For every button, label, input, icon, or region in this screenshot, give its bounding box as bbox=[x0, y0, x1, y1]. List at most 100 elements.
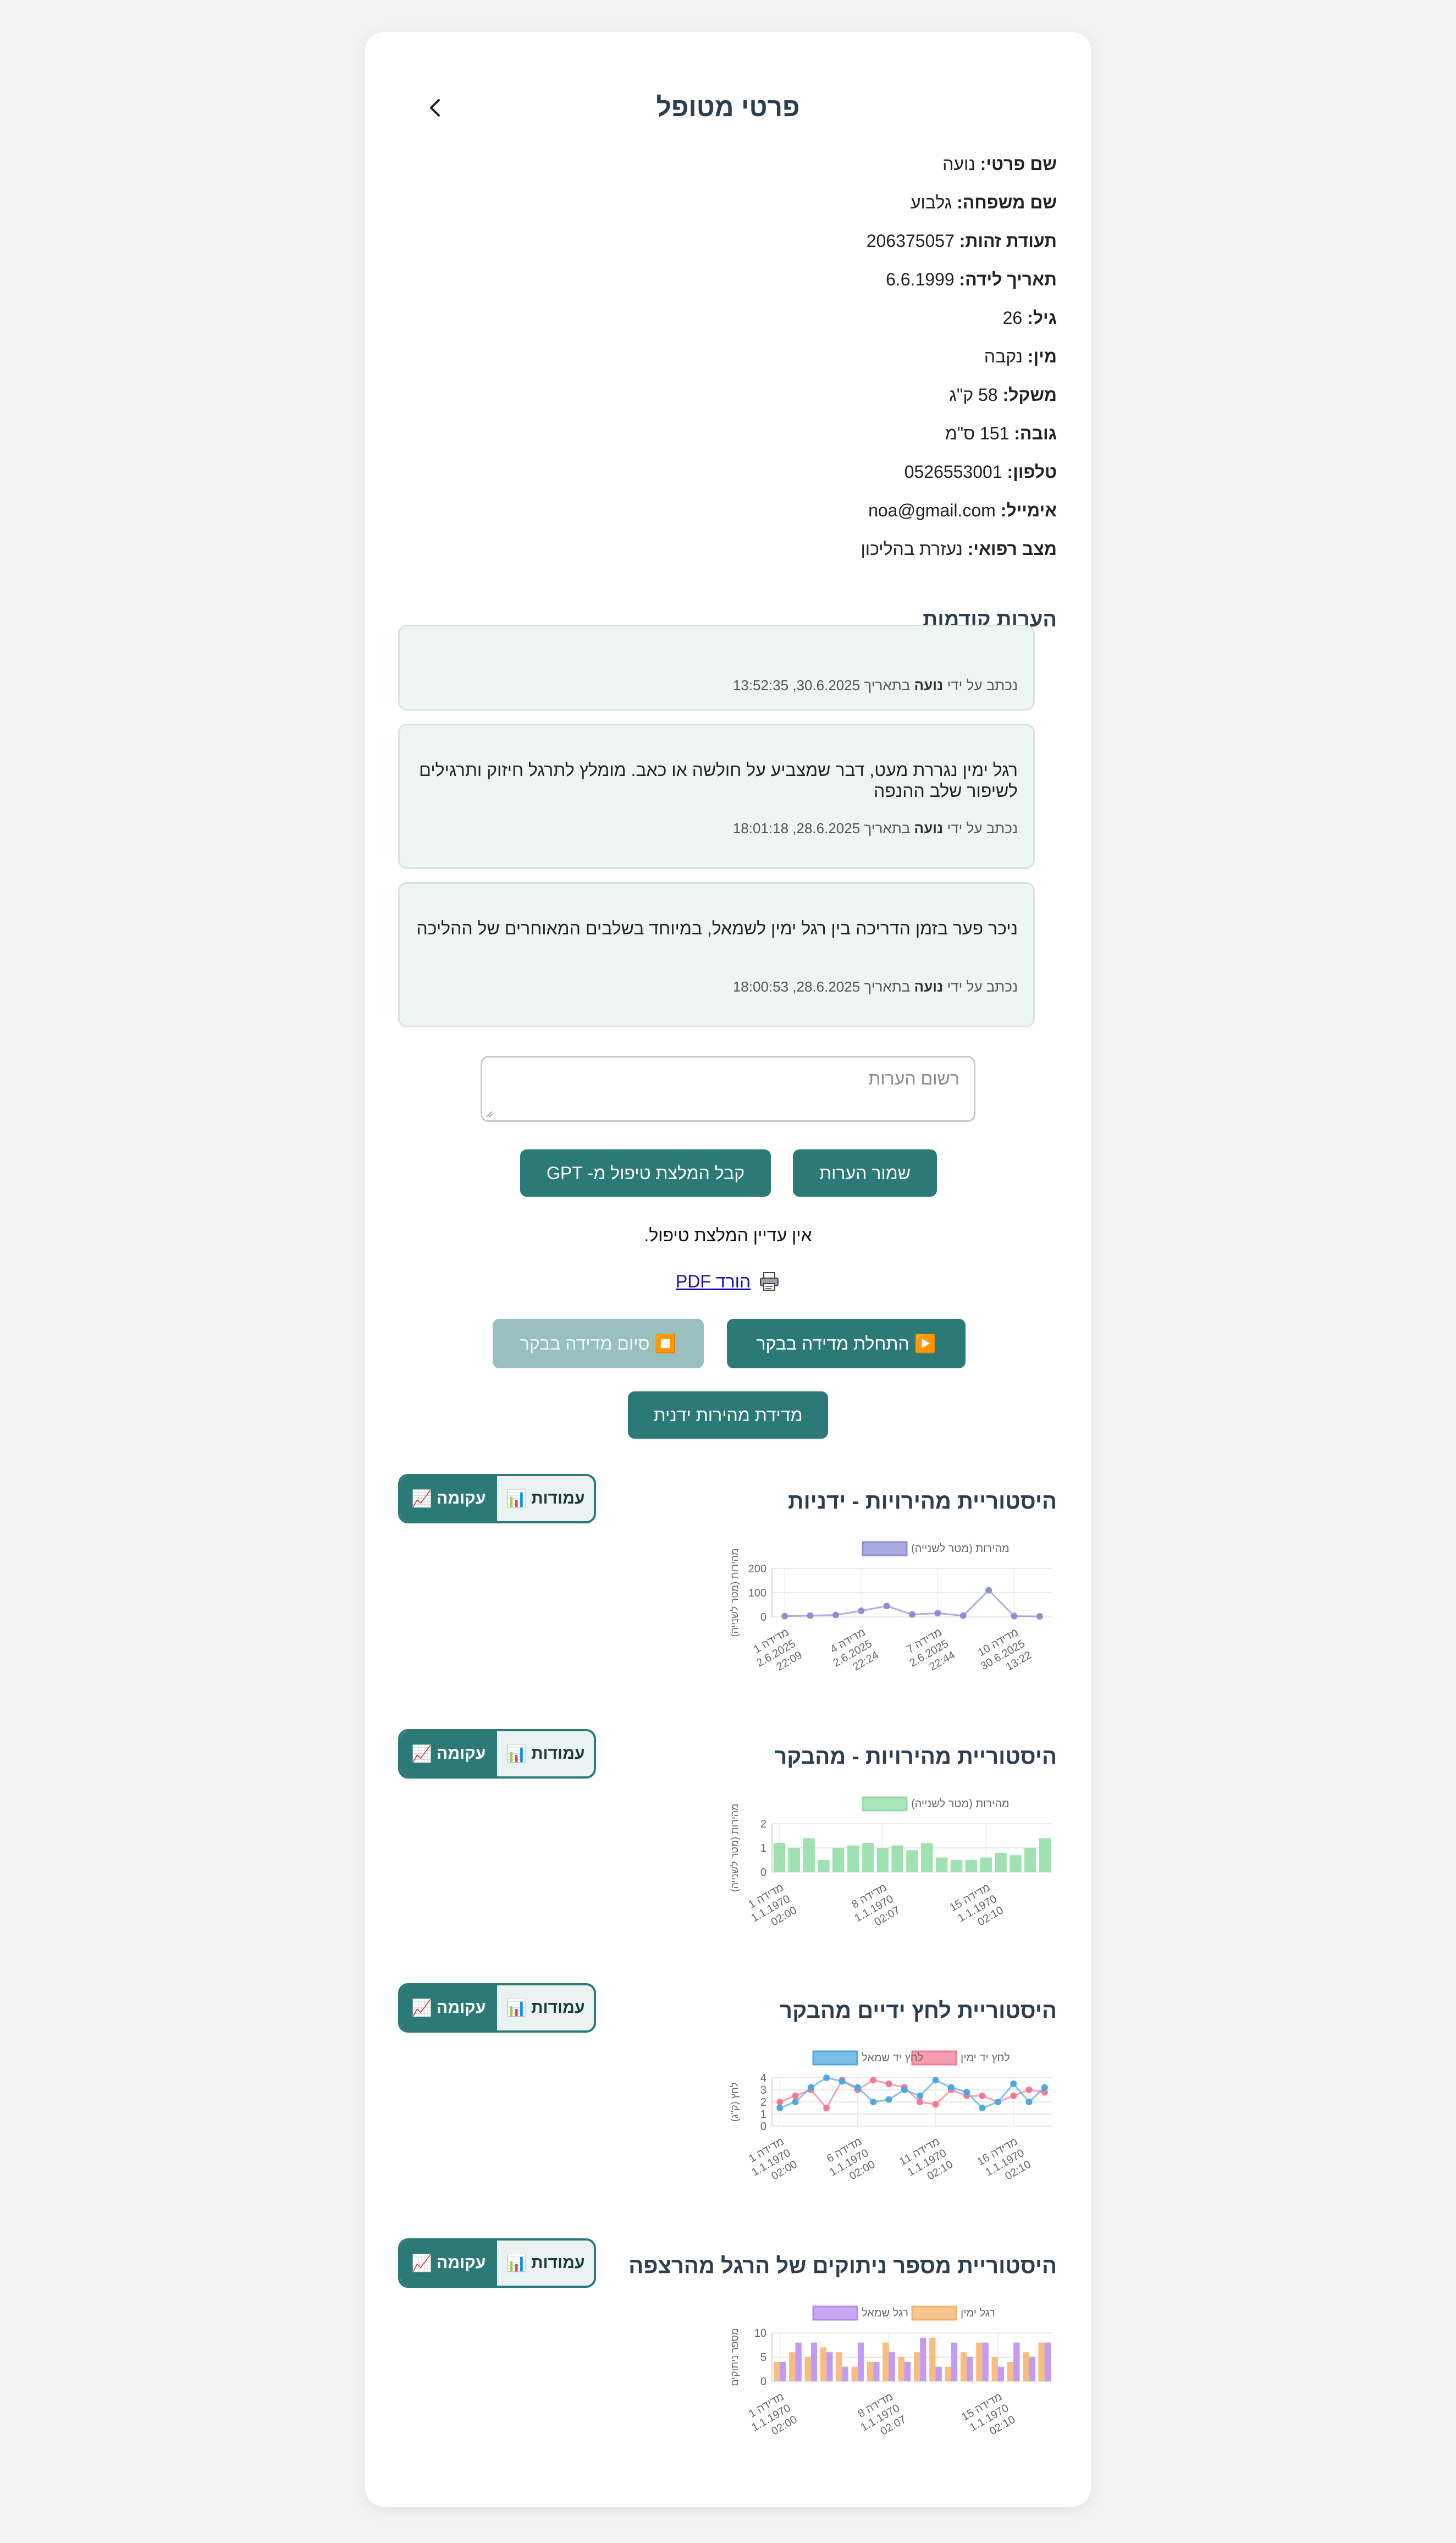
curve-toggle-button[interactable]: עקומה 📈 bbox=[400, 1476, 497, 1521]
y-tick-label: 4 bbox=[760, 2072, 766, 2084]
download-pdf-link[interactable]: הורד PDF bbox=[676, 1271, 751, 1292]
x-tick-label: מדידה 111.1.197002:10 bbox=[897, 2135, 955, 2183]
note-meta: נכתב על ידי נועה בתאריך 28.6.2025, 18:01… bbox=[732, 820, 1018, 836]
x-tick-label: מדידה 11.1.197002:00 bbox=[746, 1881, 799, 1929]
chart-1: מהירות (מטר לשנייה) 0 100 200 מהירות (מטר לש… bbox=[729, 1541, 1052, 1674]
save-notes-button[interactable]: שמור הערות bbox=[793, 1149, 937, 1197]
data-point bbox=[807, 1612, 814, 1619]
chart-bar bbox=[950, 1860, 963, 1872]
bars-toggle-button[interactable]: עמודות 📊 bbox=[497, 1476, 594, 1521]
patient-info-value: גלבוע bbox=[910, 192, 952, 212]
chart-bar bbox=[1023, 2352, 1029, 2381]
y-tick-label: 0 bbox=[760, 2121, 766, 2133]
bars-toggle-button[interactable]: עמודות 📊 bbox=[497, 2241, 594, 2286]
chart-type-toggle: עמודות 📊 עקומה 📈 bbox=[398, 1729, 596, 1779]
chart-4: רגל ימין רגל שמאל 0 5 10 מספר ניתוקים מדידה 11… bbox=[729, 2305, 1052, 2438]
legend-label: לחץ יד שמאל bbox=[862, 2052, 923, 2064]
data-point bbox=[994, 2099, 1001, 2105]
chart-bar bbox=[883, 2342, 889, 2381]
patient-info-value: נועה bbox=[942, 154, 975, 174]
curve-toggle-label: עקומה bbox=[437, 1744, 486, 1763]
y-tick-label: 2 bbox=[760, 1818, 766, 1830]
data-point bbox=[792, 2099, 799, 2105]
chart-bar bbox=[773, 1843, 786, 1872]
y-tick-label: 1 bbox=[760, 2109, 766, 2121]
page-title: פרטי מטופל bbox=[656, 93, 800, 122]
curve-toggle-button[interactable]: עקומה 📈 bbox=[400, 2241, 497, 2286]
data-point bbox=[858, 1608, 865, 1614]
data-point bbox=[854, 2084, 861, 2091]
patient-info-value: 151 ס"מ bbox=[945, 423, 1010, 443]
curve-toggle-button[interactable]: עקומה 📈 bbox=[400, 1731, 497, 1776]
chart-bar bbox=[826, 2352, 833, 2381]
chart-title: היסטוריית מספר ניתוקים של הרגל מהרצפה bbox=[628, 2254, 1057, 2278]
y-axis-label: מהירות (מטר לשנייה) bbox=[729, 1804, 740, 1892]
chart-bar bbox=[1024, 1848, 1036, 1872]
chart-bar bbox=[945, 2366, 951, 2381]
data-point bbox=[901, 2087, 908, 2093]
stop-measure-button[interactable]: ⏹️ סיום מדידה בבקר bbox=[493, 1319, 704, 1368]
data-point bbox=[823, 2074, 830, 2081]
chart-2: מהירות (מטר לשנייה) 0 1 2 מהירות (מטר לשנייה… bbox=[729, 1796, 1052, 1929]
data-point bbox=[883, 1603, 890, 1610]
data-point bbox=[885, 2096, 892, 2103]
patient-info-value: נעזרת בהליכון bbox=[861, 539, 963, 559]
note-meta: נכתב על ידי נועה בתאריך 28.6.2025, 18:00… bbox=[732, 978, 1018, 995]
data-point bbox=[917, 2099, 924, 2105]
data-point bbox=[979, 2093, 986, 2099]
resize-grip-icon[interactable] bbox=[486, 1110, 493, 1118]
x-tick-label: מדידה 81.1.197002:07 bbox=[856, 2391, 908, 2438]
patient-info-value: 6.6.1999 bbox=[886, 269, 955, 289]
patient-info-label: תאריך לידה: bbox=[959, 269, 1057, 289]
chart-bar bbox=[836, 2352, 842, 2381]
data-point bbox=[1025, 2099, 1033, 2105]
data-point bbox=[1010, 2093, 1017, 2099]
chart-bar bbox=[803, 1838, 815, 1872]
patient-info-row: תאריך לידה: 6.6.1999 bbox=[886, 269, 1057, 290]
get-gpt-recommendation-button[interactable]: קבל המלצת טיפול מ- GPT bbox=[520, 1149, 771, 1197]
data-point bbox=[934, 1610, 941, 1617]
chart-bar bbox=[991, 2357, 998, 2381]
notes-placeholder: רשום הערות bbox=[868, 1069, 959, 1088]
notes-textarea[interactable]: רשום הערות bbox=[481, 1056, 975, 1122]
data-point bbox=[979, 2105, 986, 2111]
bars-toggle-button[interactable]: עמודות 📊 bbox=[497, 1985, 594, 2030]
legend-swatch bbox=[812, 2050, 858, 2066]
legend-label: רגל שמאל bbox=[862, 2307, 908, 2319]
chart-bar bbox=[795, 2342, 802, 2381]
x-tick-label: מדידה 151.1.197002:10 bbox=[948, 1881, 1006, 1929]
data-point bbox=[832, 1611, 839, 1619]
legend-swatch bbox=[862, 1796, 908, 1812]
bars-toggle-button[interactable]: עמודות 📊 bbox=[497, 1731, 594, 1776]
data-point bbox=[776, 2105, 784, 2111]
chart-type-toggle: עמודות 📊 עקומה 📈 bbox=[398, 2238, 596, 2288]
note-text: ניכר פער בזמן הדריכה בין רגל ימין לשמאל,… bbox=[416, 918, 1018, 938]
chart-bar bbox=[804, 2357, 811, 2381]
patient-info-value: 0526553001 bbox=[904, 462, 1002, 482]
start-measure-button[interactable]: ▶️ התחלת מדידה בבקר bbox=[727, 1319, 966, 1368]
data-point bbox=[1011, 1612, 1018, 1620]
patient-info-row: מצב רפואי: נעזרת בהליכון bbox=[861, 539, 1057, 559]
patient-info-row: גובה: 151 ס"מ bbox=[945, 423, 1057, 444]
y-axis-label: לחץ (ק"ג) bbox=[729, 2082, 740, 2122]
data-point bbox=[807, 2084, 814, 2091]
chart-bar bbox=[1029, 2357, 1035, 2381]
chart-bar bbox=[1044, 2342, 1051, 2381]
bars-toggle-label: עמודות bbox=[531, 1999, 585, 2017]
manual-speed-button[interactable]: מדידת מהירות ידנית bbox=[628, 1391, 828, 1439]
curve-toggle-button[interactable]: עקומה 📈 bbox=[400, 1985, 497, 2030]
x-tick-label: מדידה 11.1.197002:00 bbox=[747, 2135, 799, 2183]
patient-info-value: נקבה bbox=[984, 346, 1023, 366]
chart-bar bbox=[921, 1843, 933, 1872]
y-axis-label: מספר ניתוקים bbox=[729, 2328, 740, 2386]
x-tick-label: מדידה 42.6.202522:24 bbox=[828, 1626, 881, 1674]
chart-bar bbox=[820, 2347, 827, 2381]
chart-bar bbox=[920, 2337, 926, 2381]
patient-info-row: גיל: 26 bbox=[1003, 308, 1057, 328]
note-meta: נכתב על ידי נועה בתאריך 30.6.2025, 13:52… bbox=[732, 677, 1018, 693]
patient-info-value: 26 bbox=[1002, 308, 1023, 328]
chart-title: היסטוריית לחץ ידיים מהבקר bbox=[780, 1999, 1057, 2023]
chart-bar bbox=[982, 2342, 989, 2381]
patient-info-value: 206375057 bbox=[866, 231, 955, 251]
chart-bar bbox=[906, 1850, 918, 1872]
